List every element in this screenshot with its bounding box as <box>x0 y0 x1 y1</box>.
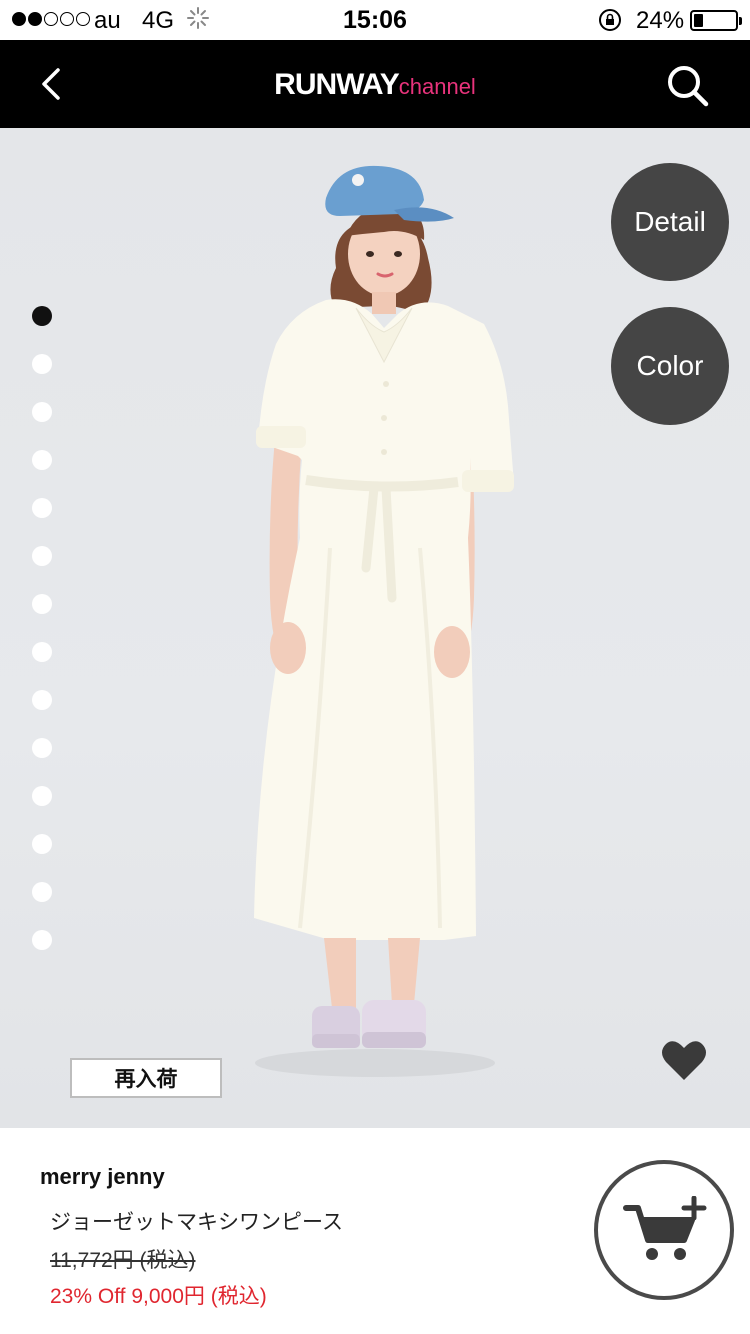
heart-icon[interactable] <box>660 1038 708 1084</box>
carousel-dot[interactable] <box>32 786 52 806</box>
carousel-dot[interactable] <box>32 498 52 518</box>
product-brand[interactable]: merry jenny <box>40 1164 165 1190</box>
carousel-dot[interactable] <box>32 354 52 374</box>
carousel-dot[interactable] <box>32 690 52 710</box>
carousel-dot[interactable] <box>32 738 52 758</box>
carousel-dot[interactable] <box>32 882 52 902</box>
carousel-dot[interactable] <box>32 834 52 854</box>
brand-logo[interactable]: RUNWAYchannel <box>0 68 750 102</box>
carousel-indicator <box>32 306 52 950</box>
carousel-dot[interactable] <box>32 450 52 470</box>
app-screen: au 4G 15:06 24% RUNWAYchannel Detail Col… <box>0 0 750 1334</box>
rotation-lock-icon <box>599 9 621 31</box>
top-navigation-bar: RUNWAYchannel <box>0 40 750 128</box>
battery-icon <box>690 10 742 31</box>
color-button[interactable]: Color <box>611 307 729 425</box>
product-info-panel: merry jenny ジョーゼットマキシワンピース 11,772円 (税込) … <box>0 1128 750 1334</box>
product-photo <box>254 165 514 1077</box>
battery-percent: 24% <box>636 7 685 34</box>
restock-badge: 再入荷 <box>70 1058 222 1098</box>
carousel-dot[interactable] <box>32 642 52 662</box>
cart-add-icon <box>623 1196 707 1260</box>
brand-logo-main: RUNWAY <box>274 68 400 101</box>
add-to-cart-button[interactable] <box>594 1160 734 1300</box>
original-price: 11,772円 (税込) <box>50 1249 196 1272</box>
carousel-dot[interactable] <box>32 546 52 566</box>
carousel-dot[interactable] <box>32 930 52 950</box>
product-name: ジョーゼットマキシワンピース <box>50 1211 343 1234</box>
carousel-dot[interactable] <box>32 402 52 422</box>
brand-logo-sub: channel <box>398 74 476 99</box>
status-bar: au 4G 15:06 24% <box>0 0 750 40</box>
detail-button[interactable]: Detail <box>611 163 729 281</box>
sale-price: 23% Off 9,000円 (税込) <box>50 1285 267 1308</box>
search-icon[interactable] <box>662 62 712 108</box>
carousel-dot[interactable] <box>32 306 52 326</box>
product-image-carousel[interactable]: Detail Color 再入荷 <box>0 128 750 1128</box>
carousel-dot[interactable] <box>32 594 52 614</box>
